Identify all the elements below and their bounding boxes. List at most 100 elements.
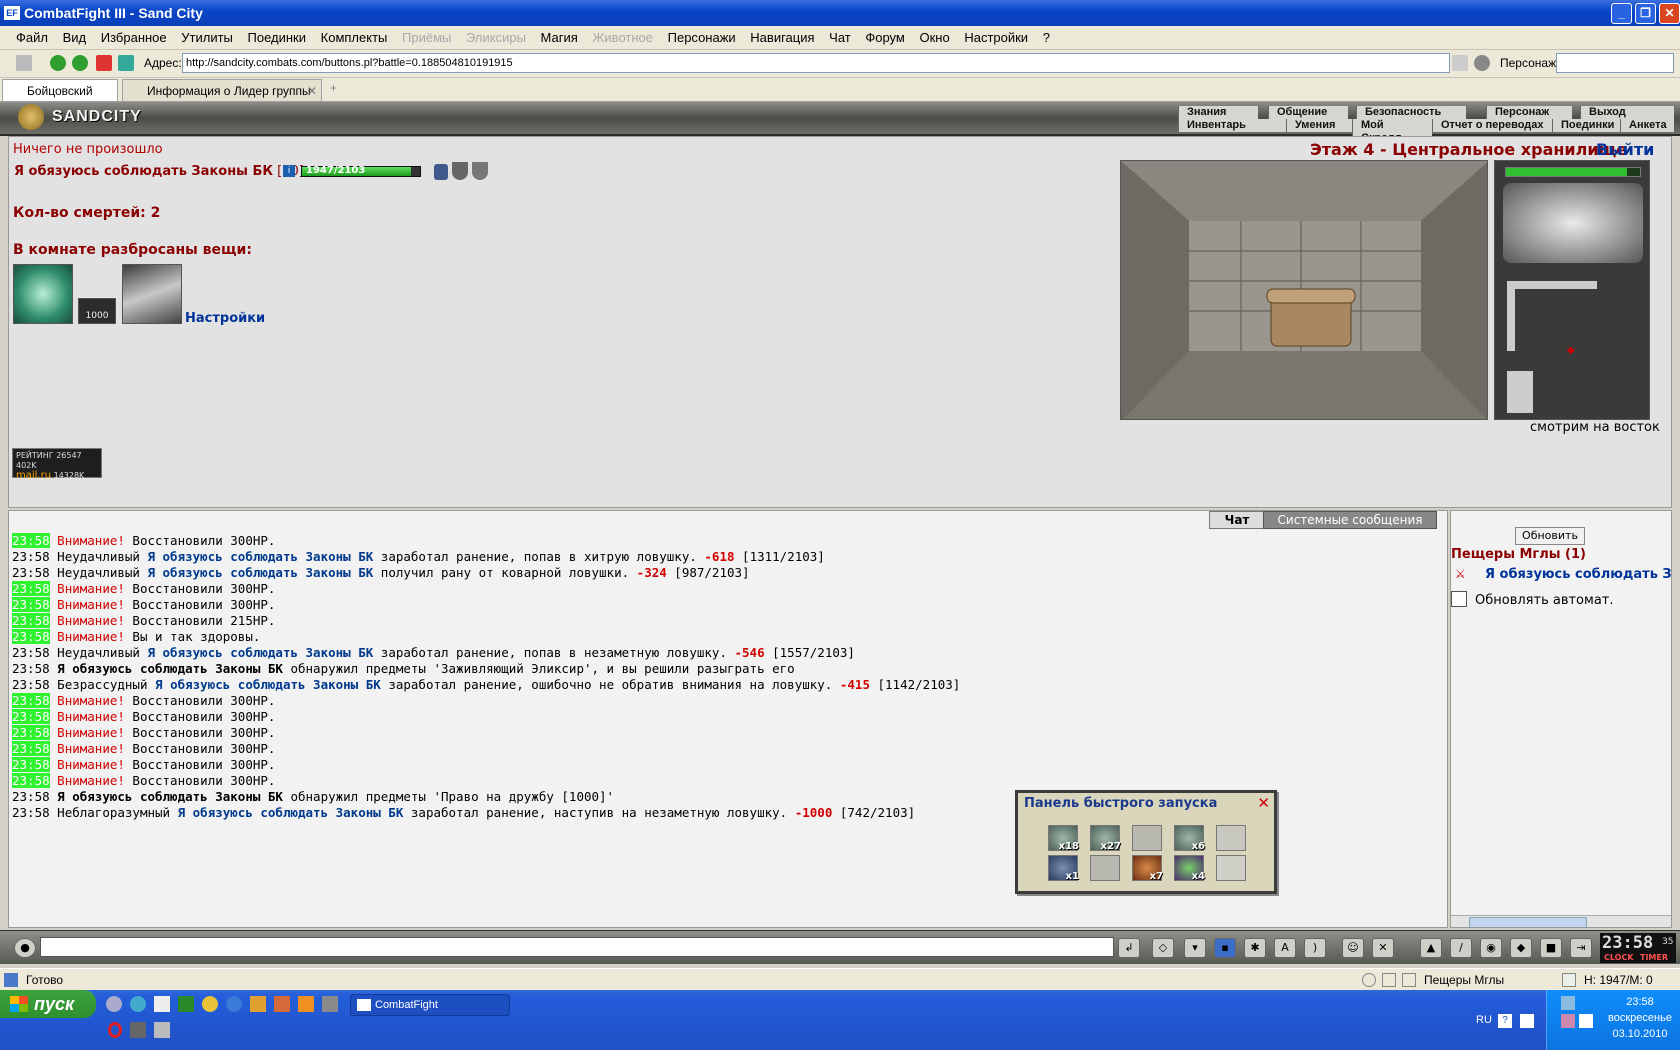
tab-system-messages[interactable]: Системные сообщения <box>1263 511 1437 529</box>
quick-slot-6[interactable]: x1 <box>1048 855 1079 882</box>
tab-leader-info[interactable]: Информация о Лидер группы ✕ <box>122 79 322 101</box>
player-name[interactable]: Я обязуюсь соблюдать Законы БК <box>14 164 273 179</box>
quick-slot-7[interactable] <box>1090 855 1120 881</box>
menu-window[interactable]: Окно <box>919 30 949 45</box>
menu-sets[interactable]: Комплекты <box>321 30 388 45</box>
quicklaunch-10-icon[interactable] <box>322 996 338 1012</box>
map-icon[interactable]: ◉ <box>1480 938 1502 958</box>
opera-icon[interactable] <box>108 1022 122 1038</box>
info-icon[interactable]: i <box>283 165 295 177</box>
address-input[interactable]: http://sandcity.combats.com/buttons.pl?b… <box>182 53 1450 73</box>
menu-characters[interactable]: Персонажи <box>668 30 736 45</box>
menu-settings[interactable]: Настройки <box>964 30 1028 45</box>
emblem-icon[interactable] <box>472 162 488 180</box>
chat-player-name[interactable]: Я обязуюсь соблюдать Законы БК <box>57 661 283 676</box>
quick-slot-8[interactable]: x7 <box>1132 855 1163 882</box>
quick-launch-panel[interactable]: Панель быстрого запуска ✕ x18 x27 x6 x1 … <box>1015 790 1277 894</box>
group-member[interactable]: Я обязуюсь соблюдать З <box>1485 567 1671 582</box>
filter-icon[interactable]: ▾ <box>1184 938 1206 958</box>
clear-address-icon[interactable] <box>1452 55 1468 71</box>
chat-player-name[interactable]: Я обязуюсь соблюдать Законы БК <box>178 805 404 820</box>
menu-chat[interactable]: Чат <box>829 30 851 45</box>
chat-timestamp[interactable]: 23:58 <box>12 645 50 660</box>
taskbar-combatfight[interactable]: CombatFight <box>350 994 510 1016</box>
refresh-icon[interactable] <box>118 55 134 71</box>
chat-timestamp[interactable]: 23:58 <box>12 757 50 772</box>
menu-navigation[interactable]: Навигация <box>750 30 814 45</box>
maximize-button[interactable]: ❐ <box>1635 3 1656 24</box>
chat-timestamp[interactable]: 23:58 <box>12 709 50 724</box>
chat-player-name[interactable]: Я обязуюсь соблюдать Законы БК <box>147 645 373 660</box>
shield-icon[interactable] <box>452 162 468 180</box>
chat-timestamp[interactable]: 23:58 <box>12 693 50 708</box>
refresh-button[interactable]: Обновить <box>1515 527 1585 545</box>
save-icon[interactable]: ▪ <box>1214 938 1236 958</box>
chat-player-name[interactable]: Я обязуюсь соблюдать Законы БК <box>147 549 373 564</box>
horizontal-scrollbar[interactable] <box>1451 915 1671 927</box>
chat-input[interactable] <box>40 937 1114 957</box>
quicklaunch-6-icon[interactable] <box>226 996 242 1012</box>
quick-slot-3[interactable] <box>1132 825 1162 851</box>
chat-player-name[interactable]: Я обязуюсь соблюдать Законы БК <box>57 789 283 804</box>
menu-battles[interactable]: Поединки <box>248 30 307 45</box>
tab-chat[interactable]: Чат <box>1209 511 1265 529</box>
clan-badge-icon[interactable] <box>434 164 448 180</box>
quick-slot-5[interactable] <box>1216 825 1246 851</box>
person-select[interactable] <box>1556 53 1674 73</box>
tab-fight-club[interactable]: Бойцовский клуб <box>2 79 118 120</box>
friendship-token-icon[interactable]: 1000 <box>78 298 116 324</box>
scrollbar-thumb[interactable] <box>1469 917 1587 927</box>
clock-label[interactable]: CLOCK <box>1604 953 1634 962</box>
nav-transfer-report[interactable]: Отчет о переводах <box>1432 119 1552 132</box>
start-button[interactable]: пуск <box>0 990 96 1018</box>
font-icon[interactable]: A <box>1274 938 1296 958</box>
nav-security[interactable]: Безопасность <box>1356 106 1466 119</box>
chat-timestamp[interactable]: 23:58 <box>12 549 50 564</box>
settings-link[interactable]: Настройки <box>185 311 265 326</box>
scroll-item-icon[interactable] <box>122 264 182 324</box>
chat-timestamp[interactable]: 23:58 <box>12 565 50 580</box>
menu-utilities[interactable]: Утилиты <box>181 30 233 45</box>
history-icon[interactable] <box>1362 973 1376 987</box>
menu-file[interactable]: Файл <box>16 30 48 45</box>
quick-slot-2[interactable]: x27 <box>1090 825 1121 852</box>
quicklaunch-4-icon[interactable] <box>178 996 194 1012</box>
chat-timestamp[interactable]: 23:58 <box>12 677 50 692</box>
quicklaunch-5-icon[interactable] <box>202 996 218 1012</box>
ie-icon[interactable] <box>130 996 146 1012</box>
help-icon[interactable]: ? <box>1498 1014 1512 1028</box>
potion-icon[interactable]: ▲ <box>1420 938 1442 958</box>
nav-battles[interactable]: Поединки <box>1552 119 1620 132</box>
quick-slot-9[interactable]: x4 <box>1174 855 1205 882</box>
quicklaunch-9-icon[interactable] <box>298 996 314 1012</box>
chat-timestamp[interactable]: 23:58 <box>12 725 50 740</box>
nav-character[interactable]: Персонаж <box>1486 106 1572 119</box>
stop-icon[interactable] <box>96 55 112 71</box>
nav-inventory[interactable]: Инвентарь <box>1178 119 1286 132</box>
sound-icon[interactable]: ) <box>1304 938 1326 958</box>
tools-icon[interactable]: ✱ <box>1244 938 1266 958</box>
quicklaunch-1-icon[interactable] <box>106 996 122 1012</box>
auto-refresh-checkbox[interactable] <box>1451 591 1467 607</box>
chat-timestamp[interactable]: 23:58 <box>12 629 50 644</box>
nav-profile[interactable]: Анкета <box>1620 119 1674 132</box>
elixir-item-icon[interactable] <box>13 264 73 324</box>
pages-icon[interactable] <box>1382 973 1396 987</box>
chat-timestamp[interactable]: 23:58 <box>12 661 50 676</box>
pin-icon[interactable] <box>16 55 32 71</box>
tray-network-icon[interactable] <box>1561 996 1575 1010</box>
users-icon[interactable] <box>1474 55 1490 71</box>
chat-timestamp[interactable]: 23:58 <box>12 581 50 596</box>
nav-skills[interactable]: Умения <box>1286 119 1352 132</box>
chat-timestamp[interactable]: 23:58 <box>12 597 50 612</box>
lock-icon[interactable]: ■ <box>1540 938 1562 958</box>
chat-player-name[interactable]: Я обязуюсь соблюдать Законы БК <box>155 677 381 692</box>
nav-social[interactable]: Общение <box>1268 106 1348 119</box>
tray-volume-icon[interactable] <box>1561 1014 1575 1028</box>
chat-timestamp[interactable]: 23:58 <box>12 805 50 820</box>
smile-icon[interactable]: ☺ <box>1342 938 1364 958</box>
keyboard-icon[interactable] <box>1520 1014 1534 1028</box>
nav-exit[interactable]: Выход <box>1580 106 1674 119</box>
forward-icon[interactable] <box>72 55 88 71</box>
mute-icon[interactable]: ✕ <box>1372 938 1394 958</box>
